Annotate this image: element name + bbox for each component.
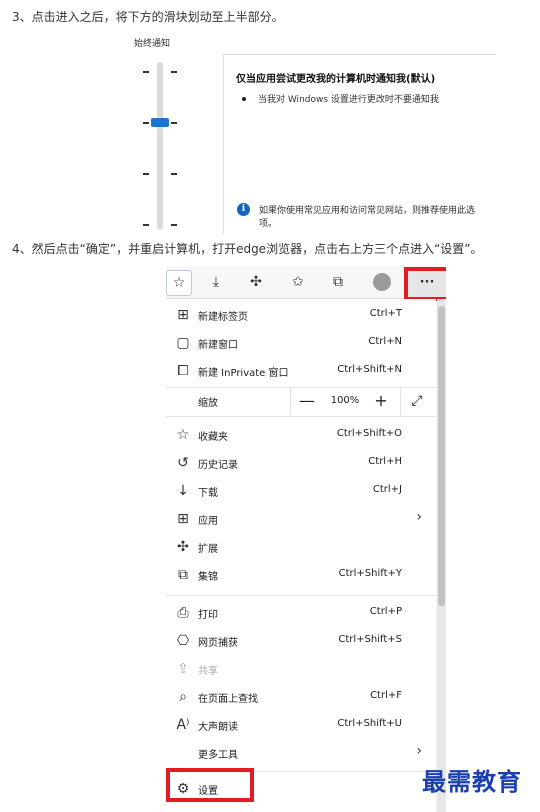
menu-item-label: 新建 InPrivate 窗口 bbox=[198, 368, 289, 379]
bullet-icon bbox=[242, 97, 246, 101]
slider-tick bbox=[171, 224, 177, 226]
menu-item-history[interactable]: ↺ 历史记录 Ctrl+H bbox=[166, 449, 436, 477]
uac-level-heading: 仅当应用尝试更改我的计算机时通知我(默认) bbox=[236, 74, 436, 85]
favorites-icon[interactable]: ✩ bbox=[286, 270, 310, 294]
notification-slider-track[interactable] bbox=[157, 62, 163, 230]
menu-item-label: 共享 bbox=[198, 666, 218, 677]
menu-item-new-inprivate[interactable]: ⧠ 新建 InPrivate 窗口 Ctrl+Shift+N bbox=[166, 357, 436, 385]
menu-item-read-aloud[interactable]: A⁾ 大声朗读 Ctrl+Shift+U bbox=[166, 711, 436, 739]
menu-item-shortcut: Ctrl+Shift+N bbox=[337, 364, 402, 375]
info-icon: i bbox=[237, 203, 250, 216]
menu-item-zoom: 缩放 — 100% + ⤢ bbox=[166, 387, 436, 415]
menu-item-label: 大声朗读 bbox=[198, 722, 238, 733]
menu-item-extensions[interactable]: ✣ 扩展 bbox=[166, 533, 436, 561]
menu-item-shortcut: Ctrl+T bbox=[369, 308, 402, 319]
slider-title: 始终通知 bbox=[134, 39, 171, 49]
menu-item-downloads[interactable]: ↓ 下载 Ctrl+J bbox=[166, 477, 436, 505]
menu-item-apps[interactable]: ⊞ 应用 › bbox=[166, 505, 436, 533]
menu-item-label: 扩展 bbox=[198, 544, 218, 555]
add-favorite-icon[interactable]: ☆ bbox=[166, 270, 192, 296]
extensions-icon: ✣ bbox=[177, 539, 189, 555]
menu-item-label: 在页面上查找 bbox=[198, 694, 258, 705]
menu-item-new-window[interactable]: ▢ 新建窗口 Ctrl+N bbox=[166, 329, 436, 357]
uac-settings-panel: 始终通知 仅当应用尝试更改我的计算机时通知我(默认) 当我对 Windows 设… bbox=[120, 36, 496, 234]
extensions-icon[interactable]: ✣ bbox=[244, 270, 268, 294]
download-icon[interactable]: ⤓ bbox=[204, 270, 228, 294]
slider-tick bbox=[143, 224, 149, 226]
find-icon: ⌕ bbox=[179, 689, 187, 705]
menu-item-share: ⇪ 共享 bbox=[166, 655, 436, 683]
menu-item-label: 历史记录 bbox=[198, 460, 238, 471]
share-icon: ⇪ bbox=[177, 661, 189, 677]
edge-toolbar: ☆ ⤓ ✣ ✩ ⧉ ··· bbox=[166, 266, 446, 301]
step-3-instruction: 3、点击进入之后，将下方的滑块划动至上半部分。 bbox=[12, 10, 284, 24]
slider-tick bbox=[171, 122, 177, 124]
menu-item-shortcut: Ctrl+J bbox=[372, 484, 402, 495]
collections-icon[interactable]: ⧉ bbox=[326, 270, 350, 294]
menu-item-shortcut: Ctrl+F bbox=[370, 690, 402, 701]
menu-divider bbox=[166, 595, 436, 596]
menu-item-new-tab[interactable]: ⊞ 新建标签页 Ctrl+T bbox=[166, 301, 436, 329]
zoom-out-button[interactable]: — bbox=[290, 387, 323, 415]
menu-divider bbox=[166, 416, 436, 417]
menu-item-label: 网页捕获 bbox=[198, 638, 238, 649]
menu-item-label: 新建标签页 bbox=[198, 312, 248, 323]
menu-item-label: 缩放 bbox=[198, 398, 218, 409]
more-options-button[interactable]: ··· bbox=[404, 267, 446, 301]
slider-tick bbox=[143, 71, 149, 73]
menu-item-shortcut: Ctrl+Shift+U bbox=[337, 718, 402, 729]
zoom-in-button[interactable]: + bbox=[366, 387, 396, 415]
inprivate-icon: ⧠ bbox=[177, 363, 189, 379]
new-window-icon: ▢ bbox=[176, 335, 190, 351]
history-icon: ↺ bbox=[177, 455, 189, 471]
profile-avatar-icon[interactable] bbox=[370, 270, 394, 294]
web-capture-icon: ⎔ bbox=[176, 633, 190, 649]
chevron-right-icon: › bbox=[416, 509, 422, 525]
watermark-logo: 最需教育 bbox=[422, 767, 522, 796]
menu-item-find-on-page[interactable]: ⌕ 在页面上查找 Ctrl+F bbox=[166, 683, 436, 711]
slider-tick bbox=[171, 173, 177, 175]
uac-level-info: 如果你使用常见应用和访问常见网站，则推荐使用此选项。 bbox=[259, 206, 476, 229]
edge-browser-menu-screenshot: ☆ ⤓ ✣ ✩ ⧉ ··· ⊞ 新建标签页 Ctrl+T ▢ 新建窗口 Ctrl… bbox=[166, 266, 446, 812]
settings-highlight-box bbox=[166, 768, 254, 802]
notification-slider-thumb[interactable] bbox=[151, 118, 169, 127]
read-aloud-icon: A⁾ bbox=[176, 717, 190, 733]
favorites-icon: ☆ bbox=[176, 427, 190, 443]
chevron-right-icon: › bbox=[416, 743, 422, 759]
slider-tick bbox=[171, 71, 177, 73]
menu-item-shortcut: Ctrl+Shift+Y bbox=[338, 568, 402, 579]
new-tab-icon: ⊞ bbox=[177, 307, 189, 323]
menu-item-label: 新建窗口 bbox=[198, 340, 238, 351]
menu-item-print[interactable]: ⎙ 打印 Ctrl+P bbox=[166, 599, 436, 627]
menu-item-label: 集锦 bbox=[198, 572, 218, 583]
menu-item-collections[interactable]: ⧉ 集锦 Ctrl+Shift+Y bbox=[166, 561, 436, 589]
download-icon: ↓ bbox=[177, 483, 189, 499]
step-4-instruction: 4、然后点击“确定”，并重启计算机，打开edge浏览器，点击右上方三个点进入“设… bbox=[12, 242, 483, 256]
menu-item-web-capture[interactable]: ⎔ 网页捕获 Ctrl+Shift+S bbox=[166, 627, 436, 655]
fullscreen-icon[interactable]: ⤢ bbox=[400, 387, 433, 415]
settings-and-more-menu: ⊞ 新建标签页 Ctrl+T ▢ 新建窗口 Ctrl+N ⧠ 新建 InPriv… bbox=[166, 299, 436, 812]
menu-item-shortcut: Ctrl+P bbox=[369, 606, 402, 617]
uac-level-bullet: 当我对 Windows 设置进行更改时不要通知我 bbox=[258, 95, 439, 105]
slider-tick bbox=[143, 173, 149, 175]
menu-scrollbar-thumb[interactable] bbox=[438, 306, 445, 606]
menu-item-shortcut: Ctrl+N bbox=[368, 336, 402, 347]
menu-item-more-tools[interactable]: 更多工具 › bbox=[166, 739, 436, 767]
divider bbox=[223, 54, 224, 234]
menu-item-label: 下载 bbox=[198, 488, 218, 499]
menu-item-label: 收藏夹 bbox=[198, 432, 228, 443]
menu-item-shortcut: Ctrl+Shift+O bbox=[336, 428, 402, 439]
menu-item-label: 更多工具 bbox=[198, 750, 238, 761]
zoom-level: 100% bbox=[330, 395, 360, 406]
menu-item-label: 应用 bbox=[198, 516, 218, 527]
menu-item-label: 打印 bbox=[198, 610, 218, 621]
menu-item-favorites[interactable]: ☆ 收藏夹 Ctrl+Shift+O bbox=[166, 421, 436, 449]
divider bbox=[223, 54, 496, 55]
collections-icon: ⧉ bbox=[178, 567, 188, 583]
menu-item-shortcut: Ctrl+Shift+S bbox=[338, 634, 402, 645]
apps-icon: ⊞ bbox=[177, 511, 189, 527]
print-icon: ⎙ bbox=[177, 605, 189, 621]
menu-item-shortcut: Ctrl+H bbox=[368, 456, 402, 467]
slider-tick bbox=[143, 122, 149, 124]
